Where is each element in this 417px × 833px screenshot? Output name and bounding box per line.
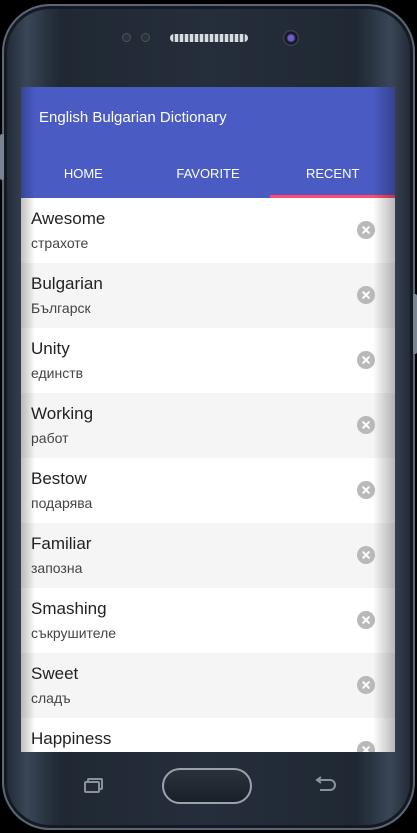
home-button[interactable] <box>162 768 252 804</box>
word-label: Familiar <box>31 534 92 553</box>
word-label: Bulgarian <box>31 274 103 293</box>
close-circle-icon[interactable] <box>357 676 375 694</box>
tab-recent[interactable]: RECENT <box>270 149 395 198</box>
close-circle-icon[interactable] <box>357 351 375 369</box>
recent-apps-icon[interactable] <box>84 778 104 793</box>
tab-favorite[interactable]: FAVORITE <box>146 149 271 198</box>
back-arrow-icon[interactable] <box>312 776 338 794</box>
translation-label: страхоте <box>31 235 89 251</box>
close-circle-icon[interactable] <box>357 481 375 499</box>
tab-bar: HOME FAVORITE RECENT <box>21 149 395 198</box>
sensor-dot <box>122 33 131 42</box>
list-item[interactable]: Sweet сладъ <box>21 653 395 718</box>
list-item[interactable]: Happiness <box>21 718 395 752</box>
app-screen: English Bulgarian Dictionary HOME FAVORI… <box>21 87 395 752</box>
tab-home[interactable]: HOME <box>21 149 146 198</box>
app-bar: English Bulgarian Dictionary HOME FAVORI… <box>21 87 395 198</box>
close-circle-icon[interactable] <box>357 546 375 564</box>
sensor-dot <box>141 33 150 42</box>
word-label: Working <box>31 404 94 423</box>
word-label: Smashing <box>31 599 107 618</box>
close-circle-icon[interactable] <box>357 416 375 434</box>
translation-label: подарява <box>31 495 93 511</box>
recent-list: Awesome страхоте Bulgarian Българск Unit… <box>21 198 395 752</box>
app-title: English Bulgarian Dictionary <box>39 109 227 126</box>
word-label: Bestow <box>31 469 87 488</box>
translation-label: съкрушителе <box>31 625 117 641</box>
list-item[interactable]: Awesome страхоте <box>21 198 395 263</box>
volume-button <box>0 134 4 180</box>
translation-label: работ <box>31 430 69 446</box>
list-item[interactable]: Working работ <box>21 393 395 458</box>
earpiece-speaker <box>170 34 248 42</box>
list-item[interactable]: Smashing съкрушителе <box>21 588 395 653</box>
list-item[interactable]: Bulgarian Българск <box>21 263 395 328</box>
word-label: Awesome <box>31 209 106 228</box>
close-circle-icon[interactable] <box>357 611 375 629</box>
close-circle-icon[interactable] <box>357 741 375 752</box>
word-label: Unity <box>31 339 70 358</box>
front-camera-icon <box>283 30 299 46</box>
word-label: Sweet <box>31 664 79 683</box>
close-circle-icon[interactable] <box>357 286 375 304</box>
list-item[interactable]: Bestow подарява <box>21 458 395 523</box>
close-circle-icon[interactable] <box>357 221 375 239</box>
phone-mockup: English Bulgarian Dictionary HOME FAVORI… <box>0 0 417 833</box>
translation-label: запозна <box>31 560 83 576</box>
translation-label: единств <box>31 365 84 381</box>
list-item[interactable]: Unity единств <box>21 328 395 393</box>
translation-label: Българск <box>31 300 91 316</box>
word-label: Happiness <box>31 729 112 748</box>
list-item[interactable]: Familiar запозна <box>21 523 395 588</box>
translation-label: сладъ <box>31 690 71 706</box>
power-button <box>413 294 417 354</box>
